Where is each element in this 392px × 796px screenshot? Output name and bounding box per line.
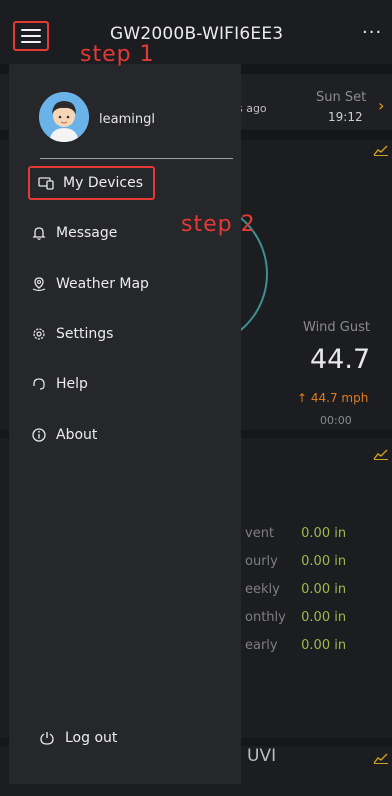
menu-line [21,29,41,31]
rain-row-value: 0.00 in [301,638,347,653]
power-icon [40,732,54,745]
rain-row: eekly 0.00 in [245,582,346,597]
menu-line [21,35,41,37]
rain-row: onthly 0.00 in [245,610,346,625]
info-icon [32,428,46,442]
wind-gust-label: Wind Gust [303,320,370,335]
chevron-right-icon[interactable]: › [378,96,384,115]
username: leamingl [99,112,155,127]
rain-row-label: ourly [245,554,278,569]
rain-row-value: 0.00 in [301,582,347,597]
drawer-item-label: Message [56,225,118,241]
rain-row-value: 0.00 in [301,526,347,541]
side-drawer: leamingl My Devices Message Weather Map … [9,64,241,784]
chart-icon[interactable] [373,144,389,156]
drawer-item-settings[interactable]: Settings [31,317,113,351]
drawer-item-label: My Devices [63,175,143,191]
sunset-label: Sun Set [316,90,367,105]
drawer-item-message[interactable]: Message [31,216,117,250]
rain-row: early 0.00 in [245,638,346,653]
wind-gust-value: 44.7 [310,344,371,375]
hamburger-menu-button[interactable] [13,21,49,51]
logout-button[interactable]: Log out [39,730,117,746]
menu-line [21,41,41,43]
chart-icon[interactable] [373,752,389,764]
chart-icon[interactable] [373,448,389,460]
wind-gust-time: 00:00 [320,414,352,427]
sunset-time: 19:12 [328,110,363,124]
rain-row-label: eekly [245,582,280,597]
drawer-item-weather-map[interactable]: Weather Map [31,267,149,301]
drawer-item-help[interactable]: Help [31,367,88,401]
rain-row-value: 0.00 in [301,554,347,569]
devices-icon [38,177,54,190]
drawer-item-my-devices[interactable]: My Devices [28,166,155,200]
top-bar: GW2000B-WIFI6EE3 ··· [0,0,392,64]
bell-icon [32,227,46,240]
uvi-label: UVI [247,746,277,766]
gear-icon [33,328,45,340]
avatar-illustration [39,92,89,142]
drawer-item-label: About [56,427,98,443]
step-1-annotation: step 1 [80,42,155,67]
drawer-item-label: Weather Map [56,276,149,292]
avatar[interactable] [39,92,89,142]
map-pin-icon [32,277,46,292]
rain-row: ourly 0.00 in [245,554,346,569]
page-title: GW2000B-WIFI6EE3 [110,24,284,44]
rain-row-value: 0.00 in [301,610,347,625]
drawer-item-label: Help [56,376,88,392]
headset-icon [33,378,45,390]
rain-row-label: vent [245,526,275,541]
logout-label: Log out [65,730,118,746]
step-2-annotation: step 2 [181,212,256,237]
drawer-item-about[interactable]: About [31,418,97,452]
rain-row-label: early [245,638,278,653]
divider [40,158,233,159]
drawer-item-label: Settings [56,326,114,342]
rain-row: vent 0.00 in [245,526,346,541]
wind-gust-mph: ↑ 44.7 mph [297,391,369,405]
more-options-button[interactable]: ··· [362,22,382,43]
rain-row-label: onthly [245,610,286,625]
